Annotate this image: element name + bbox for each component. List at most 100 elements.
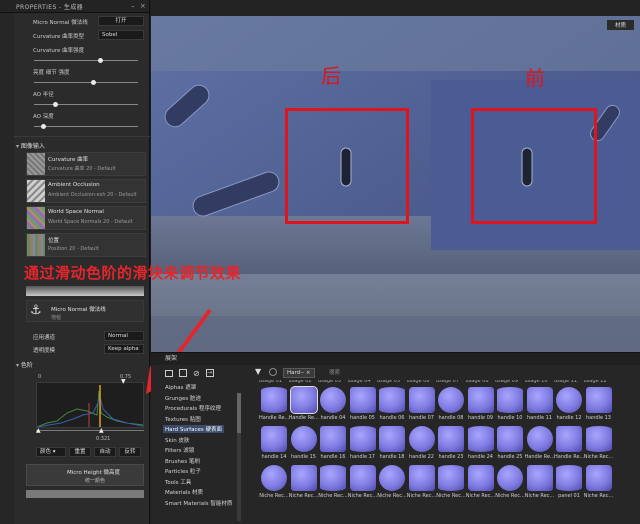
input-slot-ao[interactable]: Ambient Occlusion Ambient Occlusion-esh … [26, 179, 146, 203]
image-input-section[interactable]: 图像输入 [16, 141, 45, 150]
tile-thumbnail [467, 465, 494, 491]
shelf-category-item[interactable]: Materials 材质 [165, 488, 203, 496]
levels-black-handle[interactable]: ▲ [36, 427, 41, 434]
shelf-tile[interactable]: handle 09 [466, 387, 496, 421]
shelf-scrollbar[interactable] [237, 393, 241, 521]
shelf-tile[interactable]: Niche Rec... [377, 465, 407, 499]
input-thumbnail [27, 207, 45, 229]
input-slot-curvature[interactable]: Curvature 曲率 Curvature 曲率 20 - Default [26, 152, 146, 176]
input-thumbnail [27, 153, 45, 175]
shelf-tile[interactable]: Niche Rec... [584, 426, 614, 460]
shelf-category-item[interactable]: Grunges 脏迹 [165, 394, 201, 402]
shelf-tile[interactable]: handle 15 [289, 426, 319, 460]
shelf-tile[interactable]: Niche Rec... [348, 465, 378, 499]
shelf-tile[interactable]: handle 18 [377, 426, 407, 460]
viewport-corner-badge[interactable]: 材质 [606, 20, 634, 30]
micro-normal-toggle[interactable]: 打开 [98, 16, 144, 26]
shelf-tile[interactable]: Niche Rec... [584, 465, 614, 499]
hide-icon[interactable]: ⊘ [193, 369, 200, 378]
3d-viewport[interactable]: 后 前 材质 [151, 16, 640, 352]
blend-mode-select[interactable]: Normal [104, 331, 144, 341]
slider-knob[interactable] [41, 124, 47, 129]
ao-radius-slider[interactable] [34, 102, 138, 107]
shelf-tile[interactable]: handle 16 [318, 426, 348, 460]
scrollbar-thumb[interactable] [237, 393, 241, 433]
shelf-search-input[interactable]: 搜索 [329, 368, 340, 376]
shelf-category-item[interactable]: Skin 皮肤 [165, 436, 189, 444]
micro-height-block[interactable]: Micro Height 微高度 统一颜色 [26, 464, 144, 486]
shelf-tile[interactable]: Niche Rec... [466, 465, 496, 499]
shelf-category-item[interactable]: Filters 滤镜 [165, 446, 194, 454]
tile-label: handle 05 [350, 415, 375, 421]
slider-knob[interactable] [91, 80, 97, 85]
curvature-strength-slider[interactable] [34, 58, 138, 63]
levels-histogram[interactable] [36, 382, 144, 428]
shelf-tile[interactable]: handle 06 [377, 387, 407, 421]
tile-label-partial: usage 09 [495, 380, 519, 384]
alpha-mode-select[interactable]: Keep alpha [104, 344, 144, 354]
shelf-tile[interactable]: handle 11 [525, 387, 555, 421]
shelf-category-item[interactable]: Particles 粒子 [165, 467, 201, 475]
shelf-tile[interactable]: Niche Rec... [495, 465, 525, 499]
minimize-icon[interactable]: – [129, 2, 137, 10]
detail-strength-slider[interactable] [34, 80, 138, 85]
levels-channel-select[interactable]: 颜色 ▾ [36, 447, 66, 457]
filter-icon[interactable]: ▼ [255, 367, 261, 376]
shelf-tile[interactable]: handle 07 [407, 387, 437, 421]
shelf-category-item[interactable]: Brushes 笔刷 [165, 457, 200, 465]
tile-label: Handle Re... [288, 415, 319, 421]
shelf-tile[interactable]: Niche Rec... [407, 465, 437, 499]
levels-auto-button[interactable]: 自动 [94, 447, 116, 457]
shelf-tile[interactable]: handle 24 [466, 426, 496, 460]
shelf-category-item[interactable]: Procedurals 程序纹理 [165, 404, 221, 412]
shelf-tile[interactable]: Handle Re... [525, 426, 555, 460]
grid-icon[interactable] [179, 369, 187, 377]
shelf-tile[interactable]: Niche Rec... [318, 465, 348, 499]
shelf-tile[interactable]: handle 04 [318, 387, 348, 421]
shelf-category-item[interactable]: Textures 贴图 [165, 415, 201, 423]
levels-slider-track[interactable]: ▲ ▲ [36, 427, 144, 434]
shelf-toolbar: ⊘ → [165, 367, 235, 379]
shelf-tile[interactable]: handle 25 [495, 426, 525, 460]
shelf-tile[interactable]: Handle Re... [259, 387, 289, 421]
shelf-tile[interactable]: handle 10 [495, 387, 525, 421]
shelf-category-item[interactable]: Hard Surfaces 硬表面 [163, 425, 224, 433]
shelf-tile[interactable]: handle 17 [348, 426, 378, 460]
shelf-tile[interactable]: Niche Rec... [289, 465, 319, 499]
shelf-tile[interactable]: Handle Re... [288, 386, 319, 421]
slider-knob[interactable] [98, 58, 104, 63]
shelf-tile[interactable]: handle 05 [348, 387, 378, 421]
input-slot-world-normal[interactable]: World Space Normal World Space Normals 2… [26, 206, 146, 230]
shelf-category-item[interactable]: Smart Materials 智能材质 [165, 499, 232, 507]
shelf-category-item[interactable]: Tools 工具 [165, 478, 191, 486]
shelf-tile[interactable]: handle 23 [436, 426, 466, 460]
curvature-type-select[interactable]: Sobel [98, 30, 144, 40]
close-icon[interactable]: × [139, 2, 147, 10]
input-slot-position[interactable]: 位置 Position 20 - Default [26, 233, 146, 257]
shelf-tile[interactable]: Handle Re... [554, 426, 584, 460]
shelf-tile[interactable]: handle 13 [584, 387, 614, 421]
shelf-tile[interactable]: Niche Rec... [259, 465, 289, 499]
shelf-tile[interactable]: handle 22 [407, 426, 437, 460]
tile-label: handle 10 [497, 415, 523, 421]
import-icon[interactable]: → [205, 369, 214, 377]
tile-thumbnail [349, 426, 376, 452]
micro-normal-block[interactable]: ⚓ Micro Normal 微法线 地毯 [26, 300, 144, 322]
levels-mid-handle[interactable]: ▲ [99, 427, 104, 434]
shelf-category-item[interactable]: Alphas 遮罩 [165, 383, 196, 391]
levels-reset-button[interactable]: 重置 [69, 447, 91, 457]
levels-invert-button[interactable]: 反转 [119, 447, 141, 457]
shelf-tile[interactable]: panel 01 [554, 465, 584, 499]
folder-icon[interactable] [165, 369, 173, 377]
ao-depth-slider[interactable] [34, 124, 138, 129]
shelf-tile[interactable]: Niche Rec... [525, 465, 555, 499]
clear-filter-icon[interactable] [269, 368, 277, 376]
shelf-tile[interactable]: handle 14 [259, 426, 289, 460]
shelf-tile[interactable]: handle 12 [554, 387, 584, 421]
shelf-tile[interactable]: Niche Rec... [436, 465, 466, 499]
levels-section[interactable]: 色阶 [16, 360, 33, 369]
slider-knob[interactable] [52, 102, 58, 107]
shelf-tile[interactable]: handle 08 [436, 387, 466, 421]
search-tag[interactable]: Hard-- × [283, 368, 315, 378]
levels-top-handle[interactable]: ▼ [121, 378, 126, 385]
